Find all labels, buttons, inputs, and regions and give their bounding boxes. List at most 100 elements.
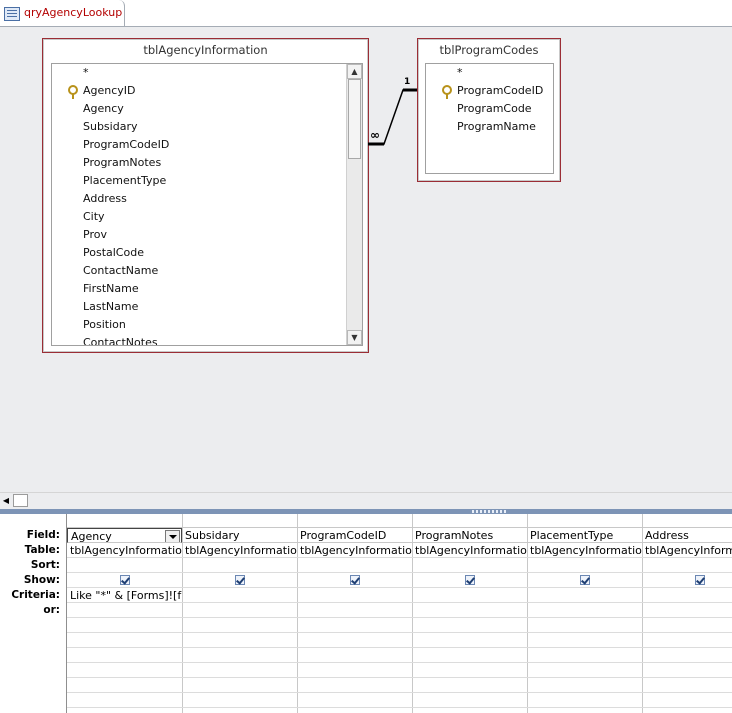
- grid-cell-field[interactable]: ProgramCodeID: [297, 528, 412, 543]
- grid-cell-empty[interactable]: [412, 678, 527, 693]
- grid-column[interactable]: ProgramCodeID tblAgencyInformation: [297, 514, 413, 713]
- grid-cell-empty[interactable]: [182, 678, 297, 693]
- grid-cell-empty[interactable]: [527, 663, 642, 678]
- grid-cell-empty[interactable]: [182, 693, 297, 708]
- grid-cell-empty[interactable]: [182, 618, 297, 633]
- grid-cell-show[interactable]: [412, 573, 527, 588]
- grid-cell-or[interactable]: [182, 603, 297, 618]
- grid-cell-empty[interactable]: [297, 618, 412, 633]
- grid-cell-table[interactable]: tblAgencyInformation: [297, 543, 412, 558]
- grid-cell-criteria[interactable]: [412, 588, 527, 603]
- splitter-grip-icon[interactable]: [472, 510, 508, 513]
- grid-cell-empty[interactable]: [527, 693, 642, 708]
- grid-cell-or[interactable]: [297, 603, 412, 618]
- grid-cell-table[interactable]: tblAgencyInformation: [412, 543, 527, 558]
- scroll-thumb[interactable]: [13, 494, 28, 507]
- show-checkbox[interactable]: [579, 575, 590, 585]
- grid-cell-sort[interactable]: [182, 558, 297, 573]
- grid-cell-show[interactable]: [297, 573, 412, 588]
- grid-cell-empty[interactable]: [412, 633, 527, 648]
- grid-cell-criteria[interactable]: [182, 588, 297, 603]
- grid-cell-empty[interactable]: [297, 678, 412, 693]
- cell-text: Address: [645, 529, 689, 542]
- relationship-join-line[interactable]: [0, 27, 732, 492]
- grid-cell-sort[interactable]: [642, 558, 732, 573]
- grid-cell-empty[interactable]: [412, 648, 527, 663]
- cell-text: tblAgencyInformation: [70, 544, 182, 557]
- grid-column[interactable]: Agency tblAgencyInformation Like "*" & [Fo…: [67, 514, 183, 713]
- grid-cell-empty[interactable]: [67, 663, 182, 678]
- grid-column[interactable]: Subsidary tblAgencyInformation: [182, 514, 298, 713]
- grid-cell-sort[interactable]: [297, 558, 412, 573]
- grid-cell-criteria[interactable]: [297, 588, 412, 603]
- grid-column[interactable]: ProgramNotes tblAgencyInformation: [412, 514, 528, 713]
- grid-cell-show[interactable]: [642, 573, 732, 588]
- grid-cell-show[interactable]: [527, 573, 642, 588]
- cell-text: ProgramNotes: [415, 529, 494, 542]
- grid-cell-sort[interactable]: [67, 558, 182, 573]
- cell-text: tblAgencyInformation: [300, 544, 412, 557]
- grid-cell-empty[interactable]: [297, 693, 412, 708]
- grid-cell-table[interactable]: tblAgencyInformation: [527, 543, 642, 558]
- grid-cell-show[interactable]: [67, 573, 182, 588]
- grid-cell-empty[interactable]: [67, 633, 182, 648]
- grid-cell-field[interactable]: Agency: [67, 528, 182, 543]
- grid-cell-empty[interactable]: [527, 618, 642, 633]
- grid-cell-empty[interactable]: [182, 648, 297, 663]
- grid-cell-or[interactable]: [642, 603, 732, 618]
- grid-cell-sort[interactable]: [527, 558, 642, 573]
- grid-cell-empty[interactable]: [527, 633, 642, 648]
- grid-cell-empty[interactable]: [642, 633, 732, 648]
- grid-cell-empty[interactable]: [67, 693, 182, 708]
- one-side-label: 1: [404, 77, 411, 87]
- grid-column[interactable]: PlacementType tblAgencyInformation: [527, 514, 643, 713]
- grid-cell-field[interactable]: Subsidary: [182, 528, 297, 543]
- grid-cell-empty[interactable]: [642, 693, 732, 708]
- grid-cell-show[interactable]: [182, 573, 297, 588]
- grid-cell-criteria[interactable]: Like "*" & [Forms]![frm: [67, 588, 182, 603]
- grid-cell-criteria[interactable]: [527, 588, 642, 603]
- scroll-left-icon[interactable]: ◀: [0, 493, 12, 508]
- grid-cell-empty[interactable]: [642, 678, 732, 693]
- cell-text: tblAgencyInformation: [645, 544, 732, 557]
- grid-cell-empty[interactable]: [182, 663, 297, 678]
- show-checkbox[interactable]: [694, 575, 705, 585]
- cell-text: Agency: [71, 530, 112, 543]
- grid-cell-field[interactable]: ProgramNotes: [412, 528, 527, 543]
- grid-cell-table[interactable]: tblAgencyInformation: [67, 543, 182, 558]
- grid-column[interactable]: Address tblAgencyInformation: [642, 514, 732, 713]
- grid-cell-empty[interactable]: [67, 648, 182, 663]
- grid-cell-table[interactable]: tblAgencyInformation: [642, 543, 732, 558]
- design-horizontal-scrollbar[interactable]: ◀: [0, 492, 732, 509]
- grid-cell-or[interactable]: [67, 603, 182, 618]
- grid-cell-empty[interactable]: [642, 663, 732, 678]
- grid-cell-empty[interactable]: [642, 618, 732, 633]
- show-checkbox[interactable]: [119, 575, 130, 585]
- cell-text: tblAgencyInformation: [530, 544, 642, 557]
- grid-cell-empty[interactable]: [67, 678, 182, 693]
- grid-cell-empty[interactable]: [297, 648, 412, 663]
- show-checkbox[interactable]: [234, 575, 245, 585]
- grid-cell-empty[interactable]: [642, 648, 732, 663]
- show-checkbox[interactable]: [349, 575, 360, 585]
- grid-cell-empty[interactable]: [67, 618, 182, 633]
- grid-cell-field[interactable]: PlacementType: [527, 528, 642, 543]
- grid-cell-field[interactable]: Address: [642, 528, 732, 543]
- grid-cell-empty[interactable]: [412, 663, 527, 678]
- grid-cell-or[interactable]: [527, 603, 642, 618]
- grid-cell-empty[interactable]: [527, 678, 642, 693]
- grid-cell-empty[interactable]: [297, 663, 412, 678]
- grid-cell-table[interactable]: tblAgencyInformation: [182, 543, 297, 558]
- grid-cell-empty[interactable]: [297, 633, 412, 648]
- show-checkbox[interactable]: [464, 575, 475, 585]
- dropdown-arrow-icon[interactable]: [165, 530, 180, 542]
- cell-text: tblAgencyInformation: [415, 544, 527, 557]
- grid-cell-empty[interactable]: [182, 633, 297, 648]
- query-tab[interactable]: qryAgencyLookup: [0, 0, 125, 26]
- grid-cell-empty[interactable]: [412, 693, 527, 708]
- grid-cell-sort[interactable]: [412, 558, 527, 573]
- grid-cell-criteria[interactable]: [642, 588, 732, 603]
- grid-cell-empty[interactable]: [412, 618, 527, 633]
- grid-cell-or[interactable]: [412, 603, 527, 618]
- grid-cell-empty[interactable]: [527, 648, 642, 663]
